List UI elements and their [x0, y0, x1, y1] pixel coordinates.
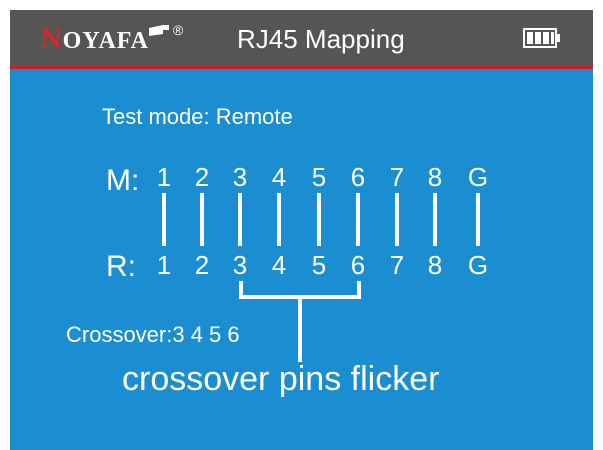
wire-line: [356, 193, 360, 246]
wire-line: [238, 193, 242, 246]
remote-pin: 8: [427, 250, 443, 280]
remote-pin: 4: [271, 250, 287, 280]
battery-full-icon: [523, 28, 560, 48]
wire-line: [433, 193, 437, 246]
main-pin: 2: [194, 162, 210, 192]
logo-first-letter: N: [40, 22, 63, 55]
main-pin: 3: [232, 162, 248, 192]
flag-icon: [149, 25, 170, 36]
status-bar: NOYAFA ® RJ45 Mapping: [10, 10, 593, 66]
noyafa-logo: NOYAFA ®: [40, 22, 184, 56]
test-mode-label: Test mode: Remote: [102, 104, 293, 129]
remote-pin: 1: [156, 250, 172, 280]
tester-screen: NOYAFA ® RJ45 Mapping Test mode: Remote M…: [10, 10, 593, 450]
main-pin: 1: [156, 162, 172, 192]
header-divider: [10, 66, 593, 69]
wire-line: [200, 193, 204, 246]
main-pin: 5: [311, 162, 327, 192]
wire-line: [162, 193, 166, 246]
screen-title: RJ45 Mapping: [237, 24, 405, 54]
main-pin: 4: [271, 162, 287, 192]
wire-line: [277, 193, 281, 246]
remote-pin: 5: [311, 250, 327, 280]
registered-mark: ®: [173, 22, 185, 38]
crossover-annotation: crossover pins flicker: [122, 360, 440, 398]
logo-text: OYAFA: [62, 28, 150, 54]
wire-line: [395, 193, 399, 246]
remote-row-label: R:: [106, 250, 136, 283]
remote-pin: 3: [232, 250, 248, 280]
crossover-status: Crossover:3 4 5 6: [66, 322, 240, 347]
wire-line: [317, 193, 321, 246]
main-row-label: M:: [106, 164, 140, 197]
remote-pin: 2: [194, 250, 210, 280]
remote-pin: G: [467, 250, 489, 280]
main-pin: G: [467, 162, 489, 192]
wire-line: [476, 193, 480, 246]
main-pin: 8: [427, 162, 443, 192]
main-pin: 6: [350, 162, 366, 192]
main-pin: 7: [389, 162, 405, 192]
remote-pin: 6: [350, 250, 366, 280]
remote-pin: 7: [389, 250, 405, 280]
